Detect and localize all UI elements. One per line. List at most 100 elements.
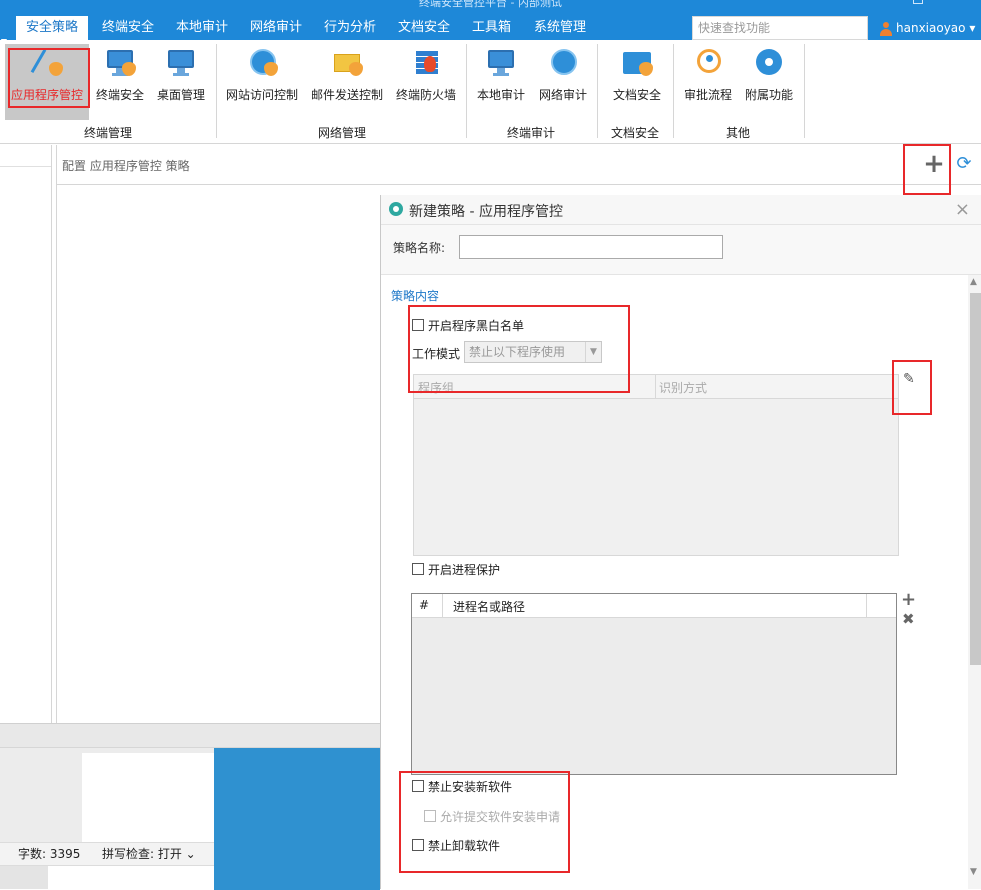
firewall-icon xyxy=(410,46,442,78)
tab-document-security[interactable]: 文档安全 xyxy=(396,16,452,40)
ribbon-document-security-button[interactable]: 文档安全 xyxy=(606,44,668,120)
globe-shield-icon xyxy=(246,46,278,78)
app-control-icon xyxy=(30,46,63,78)
ribbon-mail-control-button[interactable]: 邮件发送控制 xyxy=(308,44,386,120)
work-mode-value: 禁止以下程序使用 xyxy=(469,345,566,359)
policy-name-row: 策略名称: xyxy=(381,225,981,275)
status-bar: 字数: 3395 拼写检查: 打开 ⌄ xyxy=(0,842,214,866)
allow-request-label: 允许提交软件安装申请 xyxy=(440,810,561,824)
tab-toolbox[interactable]: 工具箱 xyxy=(470,16,513,40)
chevron-down-icon: ▾ xyxy=(969,21,976,35)
window-title: 终端安全管控平台 - 内部测试 xyxy=(419,0,562,9)
ribbon-separator xyxy=(216,44,217,138)
forbid-install-checkbox[interactable] xyxy=(412,780,424,792)
ribbon-group-label: 文档安全 xyxy=(610,126,659,140)
program-group-grid[interactable]: 程序组 识别方式 xyxy=(413,374,899,556)
ribbon-separator xyxy=(466,44,467,138)
process-protect-label: 开启进程保护 xyxy=(428,563,501,577)
policy-content: 策略内容 开启程序黑白名单 工作模式 禁止以下程序使用 ▼ 程序组 识别方式 ✎ 开… xyxy=(381,275,968,889)
background-strip xyxy=(0,866,214,889)
ribbon-auxiliary-button[interactable]: 附属功能 xyxy=(740,44,798,120)
policy-name-input[interactable] xyxy=(459,235,723,259)
allow-request-checkbox[interactable] xyxy=(424,810,436,822)
ribbon-approval-button[interactable]: 审批流程 xyxy=(680,44,736,120)
desktop-gear-icon xyxy=(165,46,197,78)
remove-process-button[interactable]: ✖ xyxy=(902,610,915,628)
column-header: 识别方式 xyxy=(659,381,708,395)
search-input[interactable]: 快速查找功能 xyxy=(692,16,868,40)
ribbon-group-label: 网络管理 xyxy=(317,126,366,140)
user-icon xyxy=(880,21,892,36)
ribbon-desktop-management-button[interactable]: 桌面管理 xyxy=(152,44,210,120)
forbid-install-label: 禁止安装新软件 xyxy=(428,780,513,794)
column-header: 程序组 xyxy=(418,381,455,395)
ribbon-button-label: 终端安全 xyxy=(95,88,144,102)
whitelist-checkbox[interactable] xyxy=(412,319,424,331)
ribbon-button-label: 终端防火墙 xyxy=(395,88,456,102)
tab-network-audit[interactable]: 网络审计 xyxy=(248,16,304,40)
ribbon-network-audit-button[interactable]: 网络审计 xyxy=(534,44,592,120)
ribbon-group-label: 终端审计 xyxy=(506,126,555,140)
panel-divider xyxy=(56,184,981,185)
chevron-down-icon: ▼ xyxy=(585,342,601,362)
whitelist-label: 开启程序黑白名单 xyxy=(428,319,525,333)
tab-behavior-analysis[interactable]: 行为分析 xyxy=(322,16,378,40)
dialog-title: 新建策略 - 应用程序管控 xyxy=(409,204,563,220)
process-grid[interactable]: # 进程名或路径 xyxy=(411,593,897,775)
left-pane xyxy=(0,145,52,723)
user-menu[interactable]: hanxiaoyao ▾ xyxy=(880,16,975,40)
ribbon-separator xyxy=(804,44,805,138)
ribbon-terminal-security-button[interactable]: 终端安全 xyxy=(92,44,148,120)
folder-shield-icon xyxy=(621,46,653,78)
refresh-icon[interactable]: ⟳ xyxy=(954,152,974,176)
ribbon-button-label: 桌面管理 xyxy=(156,88,205,102)
tab-security-policy[interactable]: 安全策略 xyxy=(16,16,88,40)
dialog-header: 新建策略 - 应用程序管控 × xyxy=(381,195,981,225)
ribbon-button-label: 网站访问控制 xyxy=(225,88,298,102)
ribbon-button-label: 本地审计 xyxy=(476,88,525,102)
globe-doc-icon xyxy=(547,46,579,78)
ribbon-local-audit-button[interactable]: 本地审计 xyxy=(472,44,530,120)
forbid-uninstall-checkbox[interactable] xyxy=(412,839,424,851)
scrollbar[interactable]: ▲ ▼ xyxy=(968,275,981,889)
ribbon-button-label: 文档安全 xyxy=(612,88,661,102)
user-name: hanxiaoyao xyxy=(896,21,966,35)
ribbon-firewall-button[interactable]: 终端防火墙 xyxy=(392,44,460,120)
section-title: 策略内容 xyxy=(391,289,440,303)
tab-local-audit[interactable]: 本地审计 xyxy=(174,16,230,40)
app-logo-icon xyxy=(389,202,403,216)
approval-icon xyxy=(692,46,724,78)
ribbon-button-label: 应用程序管控 xyxy=(10,88,83,102)
mail-shield-icon xyxy=(331,46,363,78)
work-mode-select[interactable]: 禁止以下程序使用 ▼ xyxy=(464,341,602,363)
ribbon: 应用程序管控 终端安全 桌面管理 网站访问控制 邮件发送控制 终端防火墙 本地审… xyxy=(0,40,981,144)
ribbon-app-control-button[interactable]: 应用程序管控 xyxy=(5,44,89,120)
gear-icon xyxy=(753,46,785,78)
tab-system-management[interactable]: 系统管理 xyxy=(532,16,588,40)
ribbon-button-label: 网络审计 xyxy=(538,88,587,102)
window-control[interactable] xyxy=(913,0,923,4)
ribbon-button-label: 邮件发送控制 xyxy=(310,88,383,102)
word-count: 字数: 3395 xyxy=(18,847,81,861)
ribbon-group-label: 终端管理 xyxy=(83,126,132,140)
policy-name-label: 策略名称: xyxy=(393,241,446,255)
work-mode-label: 工作模式 xyxy=(412,347,461,361)
ribbon-button-label: 附属功能 xyxy=(744,88,793,102)
close-icon[interactable]: × xyxy=(955,199,970,220)
ribbon-group-label: 其他 xyxy=(725,126,750,140)
add-policy-button[interactable]: + xyxy=(922,151,946,177)
new-policy-dialog: 新建策略 - 应用程序管控 × 策略名称: 策略内容 开启程序黑白名单 工作模式… xyxy=(380,195,981,889)
column-header: # xyxy=(419,598,430,612)
breadcrumb: 配置 应用程序管控 策略 xyxy=(62,159,190,173)
monitor-shield-icon xyxy=(104,46,136,78)
tab-terminal-security[interactable]: 终端安全 xyxy=(100,16,156,40)
process-protect-checkbox[interactable] xyxy=(412,563,424,575)
forbid-uninstall-label: 禁止卸载软件 xyxy=(428,839,501,853)
ribbon-button-label: 审批流程 xyxy=(683,88,732,102)
column-header: 进程名或路径 xyxy=(453,600,526,614)
spell-check-toggle[interactable]: 拼写检查: 打开 ⌄ xyxy=(102,843,196,865)
add-process-button[interactable]: + xyxy=(901,591,916,609)
monitor-doc-icon xyxy=(485,46,517,78)
ribbon-website-access-button[interactable]: 网站访问控制 xyxy=(224,44,300,120)
edit-icon[interactable]: ✎ xyxy=(903,371,919,387)
